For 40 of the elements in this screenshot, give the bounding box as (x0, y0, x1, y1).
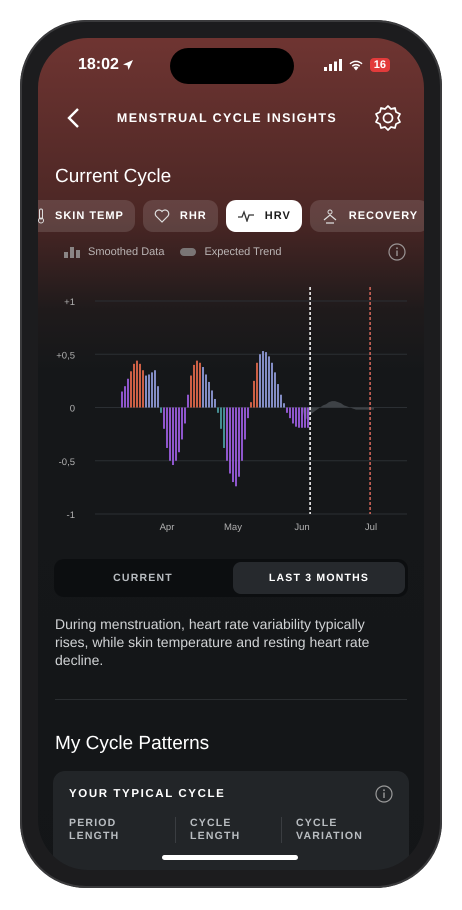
settings-button[interactable] (374, 104, 402, 132)
y-axis-label: -0,5 (58, 456, 75, 468)
y-axis-label: +0,5 (56, 350, 75, 362)
battery-level: 16 (370, 58, 390, 72)
heart-icon (154, 209, 170, 223)
metric-tab[interactable]: RHR (142, 200, 218, 232)
bar-chart-icon (64, 246, 80, 258)
legend-label: Smoothed Data (88, 246, 164, 258)
description-text: During menstruation, heart rate variability typically rises, while skin temperature and resting heart rate decline. (55, 615, 370, 669)
status-time: 18:02 (78, 56, 134, 74)
x-axis-label: Jun (294, 522, 310, 533)
stat-label: CYCLE VARIATION (281, 817, 393, 843)
page-title: MENSTRUAL CYCLE INSIGHTS (116, 111, 338, 125)
x-axis-label: May (224, 522, 242, 533)
range-option[interactable]: LAST 3 MONTHS (233, 562, 405, 594)
trend-pill-icon (180, 248, 196, 256)
section-title: My Cycle Patterns (54, 733, 210, 755)
metric-tab[interactable]: RECOVERY (310, 200, 424, 232)
section-title: Current Cycle (54, 166, 172, 188)
y-axis-label: 0 (70, 404, 75, 414)
x-axis-label: Jul (364, 522, 378, 533)
pulse-icon (236, 210, 255, 222)
wifi-icon (348, 59, 364, 71)
legend-label: Expected Trend (204, 246, 282, 258)
y-axis-label: +1 (64, 297, 75, 308)
back-button[interactable] (66, 107, 80, 129)
stat-label: PERIOD LENGTH (69, 817, 120, 843)
metric-tab[interactable]: HRV (226, 200, 302, 232)
info-icon[interactable] (375, 785, 393, 803)
location-arrow-icon (122, 59, 134, 71)
range-option[interactable]: CURRENT (57, 562, 229, 594)
expected-trend-area (302, 401, 374, 420)
info-icon[interactable] (388, 243, 406, 261)
stat-label: CYCLE LENGTH (175, 817, 282, 843)
y-axis-label: -1 (66, 510, 75, 521)
metric-tab[interactable]: SKIN TEMP (38, 200, 135, 232)
x-axis-label: Apr (160, 522, 174, 533)
card-title: YOUR TYPICAL CYCLE (69, 788, 226, 800)
signal-icon (324, 59, 342, 71)
thermometer-icon (38, 208, 45, 224)
